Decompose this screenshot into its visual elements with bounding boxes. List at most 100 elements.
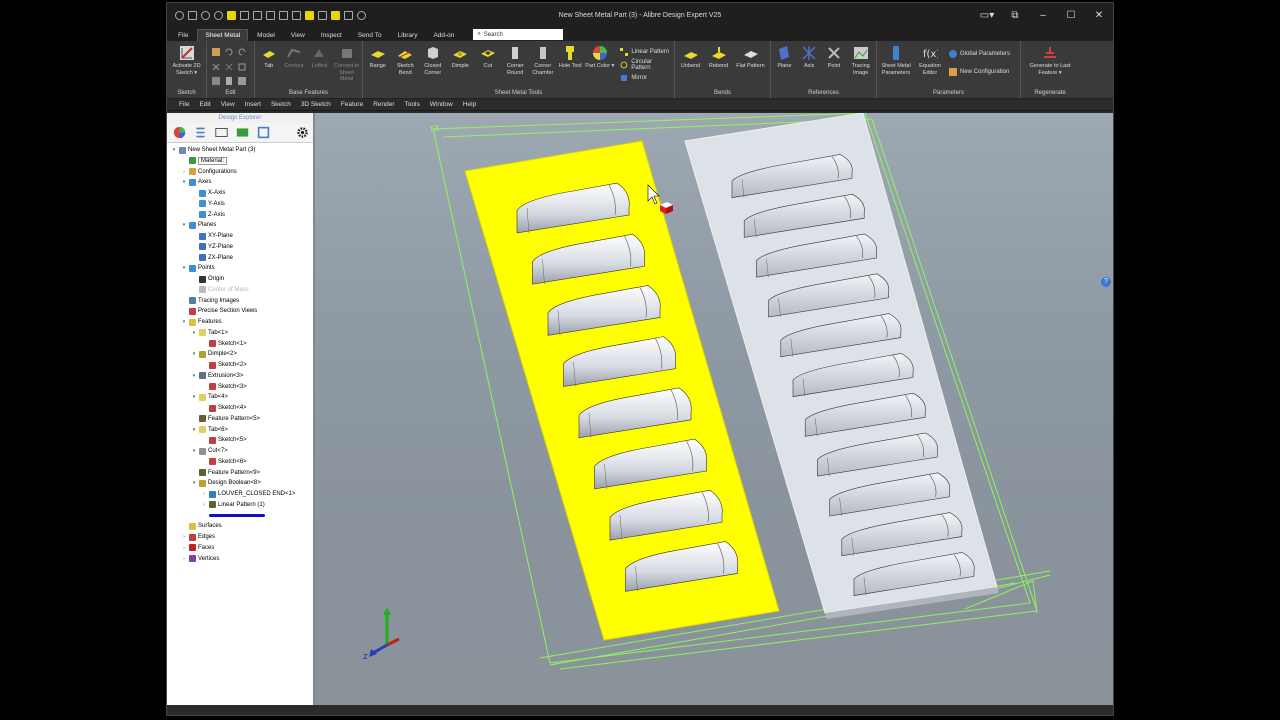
image-icon[interactable] <box>236 126 249 139</box>
menu-sketch[interactable]: Sketch <box>271 101 291 108</box>
closed-corner-button[interactable]: Closed Corner <box>420 45 446 76</box>
snapshot-icon[interactable] <box>292 10 301 20</box>
linear-pattern-button[interactable]: Linear Pattern <box>618 45 672 58</box>
menu-window[interactable]: Window <box>430 101 453 108</box>
tree-node[interactable]: › Linear Pattern (1) <box>201 500 265 510</box>
new-file-icon[interactable] <box>188 10 197 20</box>
tree-node[interactable]: YZ-Plane <box>191 242 233 252</box>
mirror-button[interactable]: Mirror <box>618 71 672 84</box>
convert-to-sheet-metal-button[interactable]: Convert to Sheet Metal <box>333 45 360 83</box>
tree-node[interactable]: ▾ Axes <box>181 177 211 187</box>
tree-node[interactable]: Y-Axis <box>191 199 225 209</box>
gear-icon[interactable] <box>175 10 184 20</box>
tree-node[interactable]: ▾ Features <box>181 317 222 327</box>
tree-node[interactable]: ZX-Plane <box>191 253 233 263</box>
range-button[interactable]: Range <box>365 45 391 70</box>
tree-toggle-icon[interactable]: ▾ <box>191 394 197 400</box>
tree-node[interactable]: Center of Mass <box>191 285 249 295</box>
lofted-button[interactable]: Lofted <box>308 45 331 70</box>
display-icon[interactable] <box>215 126 228 139</box>
hierarchy-icon[interactable] <box>257 126 270 139</box>
tree-node[interactable]: Sketch<5> <box>201 435 247 445</box>
menu-file[interactable]: File <box>179 101 189 108</box>
tree-toggle-icon[interactable]: ▾ <box>191 373 197 379</box>
paste-icon[interactable] <box>211 47 221 57</box>
copy-icon[interactable] <box>237 62 247 72</box>
menu-edit[interactable]: Edit <box>199 101 210 108</box>
activate-sketch-button[interactable]: Activate 2D Sketch ▾ <box>169 45 204 76</box>
pattern-icon[interactable] <box>237 76 247 86</box>
sheet-metal-parameters-button[interactable]: Sheet Metal Parameters <box>879 45 913 76</box>
tree-node[interactable]: ▾ Cut<7> <box>191 446 228 456</box>
tree-node[interactable]: Sketch<4> <box>201 403 247 413</box>
close-button[interactable]: ✕ <box>1085 10 1113 21</box>
tree-node[interactable]: ▾ Planes <box>181 220 216 230</box>
tree-toggle-icon[interactable]: › <box>201 502 207 508</box>
menu-insert[interactable]: Insert <box>245 101 261 108</box>
equation-editor-button[interactable]: f(x)Equation Editor <box>915 45 945 76</box>
tree-node[interactable]: Feature Pattern<5> <box>191 414 260 424</box>
tree-node[interactable]: ▾ New Sheet Metal Part (3) <box>171 145 255 155</box>
tree-toggle-icon[interactable]: › <box>181 556 187 562</box>
tab-file[interactable]: File <box>171 30 195 41</box>
corner-round-button[interactable]: Corner Round <box>503 45 529 76</box>
part-color-button[interactable]: Part Color ▾ <box>585 45 614 70</box>
zoom-icon[interactable] <box>318 10 327 20</box>
tree-node[interactable]: XY-Plane <box>191 231 233 241</box>
tree-node[interactable]: Sketch<3> <box>201 382 247 392</box>
circular-pattern-button[interactable]: Circular Pattern <box>618 58 672 71</box>
tab-inspect[interactable]: Inspect <box>314 30 349 41</box>
gear-icon[interactable] <box>296 126 309 139</box>
properties-icon[interactable] <box>224 76 234 86</box>
tree-toggle-icon[interactable]: ▾ <box>191 480 197 486</box>
help-icon[interactable]: ? <box>1101 277 1111 287</box>
tree-toggle-icon[interactable]: ▾ <box>181 222 187 228</box>
new-configuration-button[interactable]: New Configuration <box>947 63 1010 81</box>
tree-node[interactable]: Z-Axis <box>191 210 225 220</box>
tree-node[interactable]: › LOUVER_CLOSED END<1> <box>201 489 295 499</box>
generate-to-last-feature-button[interactable]: Generate to Last Feature ▾ <box>1027 45 1073 76</box>
tree-toggle-icon[interactable]: ▾ <box>181 179 187 185</box>
select-icon[interactable] <box>279 10 288 20</box>
tree-toggle-icon[interactable]: ▾ <box>191 351 197 357</box>
tree-node[interactable]: ▾ Points <box>181 263 215 273</box>
tree-toggle-icon[interactable]: ▾ <box>191 427 197 433</box>
fit-icon[interactable] <box>305 10 314 20</box>
tree-node[interactable]: Origin <box>191 274 224 284</box>
tree-node[interactable]: Sketch<6> <box>201 457 247 467</box>
select-icon[interactable] <box>211 76 221 86</box>
unbend-button[interactable]: Unbend <box>678 45 704 70</box>
tree-view-icon[interactable] <box>194 126 207 139</box>
tree-node[interactable]: Material: <box>181 156 228 166</box>
dimple-button[interactable]: Dimple <box>448 45 474 70</box>
cut-icon[interactable] <box>211 62 221 72</box>
refresh-icon[interactable] <box>357 10 366 20</box>
tree-toggle-icon[interactable]: › <box>201 491 207 497</box>
menu-render[interactable]: Render <box>373 101 394 108</box>
tab-send-to[interactable]: Send To <box>351 30 389 41</box>
menu-help[interactable]: Help <box>463 101 476 108</box>
corner-chamfer-button[interactable]: Corner Chamfer <box>530 45 556 76</box>
tree-node[interactable]: X-Axis <box>191 188 225 198</box>
tree-node[interactable]: ▾ Extrusion<3> <box>191 371 243 381</box>
tree-toggle-icon[interactable]: ▾ <box>191 448 197 454</box>
tree-toggle-icon[interactable]: › <box>181 545 187 551</box>
tree-node[interactable]: Sketch<1> <box>201 339 247 349</box>
undo-icon[interactable] <box>201 10 210 20</box>
tab-feature-button[interactable]: Tab <box>257 45 280 70</box>
view-icon[interactable] <box>266 10 275 20</box>
restore-panel-icon[interactable]: ⧉ <box>1001 10 1029 21</box>
tree-node[interactable]: Feature Pattern<9> <box>191 468 260 478</box>
magic-wand-icon[interactable] <box>344 10 353 20</box>
tree-node[interactable]: ▾ Tab<1> <box>191 328 228 338</box>
menu-feature[interactable]: Feature <box>341 101 363 108</box>
tree-node[interactable] <box>201 511 265 521</box>
tab-add-on[interactable]: Add-on <box>426 30 461 41</box>
menu-tools[interactable]: Tools <box>405 101 420 108</box>
tree-node[interactable]: Sketch<2> <box>201 360 247 370</box>
menu-3d-sketch[interactable]: 3D Sketch <box>301 101 331 108</box>
plane-button[interactable]: Plane <box>773 45 796 70</box>
copy-icon[interactable] <box>240 10 249 20</box>
search-input[interactable]: ⌕ Search <box>473 29 564 40</box>
rebend-button[interactable]: Rebend <box>706 45 732 70</box>
